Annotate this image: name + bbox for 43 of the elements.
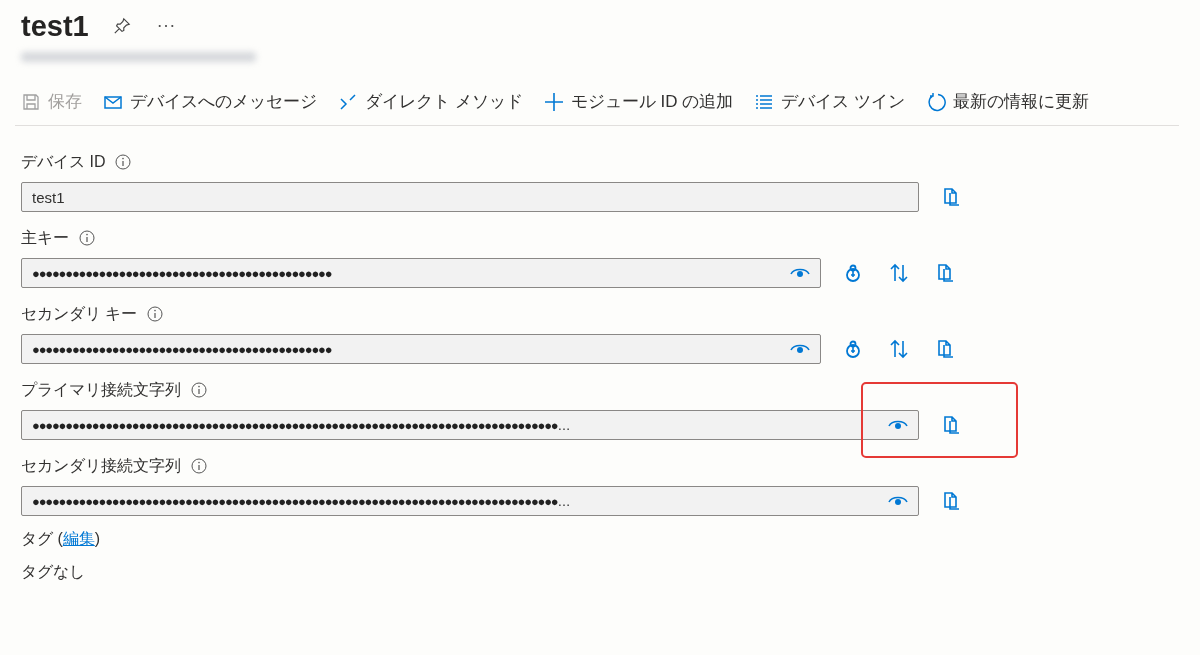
field-label: セカンダリ接続文字列 <box>21 455 181 476</box>
show-button[interactable] <box>790 267 810 279</box>
show-button[interactable] <box>790 343 810 355</box>
swap-arrows-icon <box>889 263 909 283</box>
show-button[interactable] <box>888 495 908 507</box>
copy-icon <box>941 491 961 511</box>
eye-icon <box>888 495 908 507</box>
toolbar-button[interactable]: デバイス ツイン <box>754 90 905 113</box>
toolbar-button[interactable]: 最新の情報に更新 <box>925 90 1089 113</box>
toolbar-button[interactable]: モジュール ID の追加 <box>543 90 734 113</box>
eye-icon <box>790 267 810 279</box>
copy-icon <box>935 339 955 359</box>
save-icon <box>21 91 41 112</box>
info-icon <box>115 154 132 170</box>
field-label: 主キー <box>21 227 69 248</box>
plus-icon <box>543 91 564 112</box>
show-button[interactable] <box>888 419 908 431</box>
masked-field[interactable]: ●●●●●●●●●●●●●●●●●●●●●●●●●●●●●●●●●●●●●●●●●●●●●●●●●●●●●●●●●●●●●●●●●●●●●●●●●●●●●●●… <box>21 410 919 440</box>
copy-icon <box>941 415 961 435</box>
info-icon <box>147 306 164 322</box>
eye-icon <box>790 343 810 355</box>
method-icon <box>338 91 358 112</box>
tags-label: タグ (編集) <box>21 529 102 549</box>
info-icon <box>191 458 207 474</box>
masked-field[interactable]: ●●●●●●●●●●●●●●●●●●●●●●●●●●●●●●●●●●●●●●●●●●●●● <box>21 258 821 288</box>
eye-icon <box>888 419 908 431</box>
info-icon <box>79 230 95 246</box>
text-field[interactable]: test1 <box>21 182 919 212</box>
swap-arrows-icon <box>889 339 909 359</box>
field-label: プライマリ接続文字列 <box>21 379 181 400</box>
refresh-icon <box>925 91 946 112</box>
copy-icon <box>941 187 961 207</box>
toolbar-button[interactable]: デバイスへのメッセージ <box>103 90 317 113</box>
page-title: test1 <box>21 9 89 43</box>
field-label: デバイス ID <box>21 151 106 172</box>
masked-field[interactable]: ●●●●●●●●●●●●●●●●●●●●●●●●●●●●●●●●●●●●●●●●●●●●● <box>21 334 821 364</box>
copy-icon <box>935 263 955 283</box>
info-icon <box>191 382 207 398</box>
toolbar-button[interactable]: ダイレクト メソッド <box>338 90 523 113</box>
masked-field[interactable]: ●●●●●●●●●●●●●●●●●●●●●●●●●●●●●●●●●●●●●●●●●●●●●●●●●●●●●●●●●●●●●●●●●●●●●●●●●●●●●●●… <box>21 486 919 516</box>
edit-link[interactable]: 編集 <box>62 530 95 547</box>
tags-value: タグなし <box>21 562 86 582</box>
field-label: セカンダリ キー <box>21 303 138 324</box>
